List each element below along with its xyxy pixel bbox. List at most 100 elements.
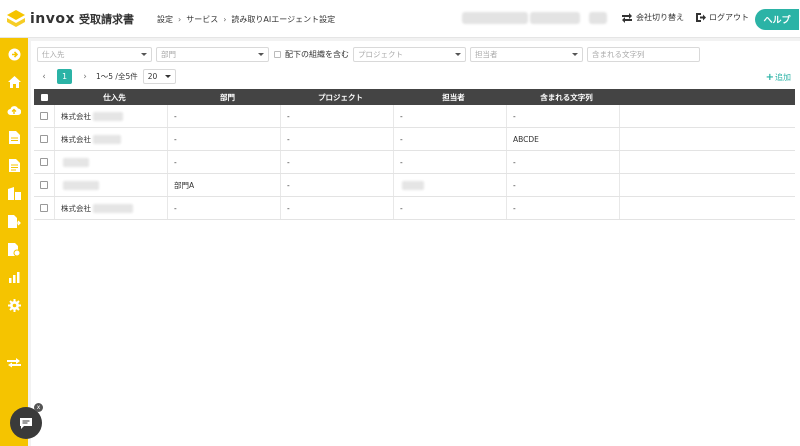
close-icon[interactable]: x (34, 403, 43, 412)
page-1-button[interactable]: 1 (57, 69, 72, 84)
project-cell: - (281, 151, 394, 173)
department-select[interactable]: 部門 (156, 47, 269, 62)
column-header-assignee: 担当者 (442, 92, 465, 102)
chevron-right-icon: › (178, 15, 182, 24)
row-checkbox[interactable] (40, 112, 48, 120)
transfer-icon[interactable] (6, 354, 22, 370)
project-cell: - (281, 128, 394, 150)
document-list-icon[interactable] (6, 157, 22, 173)
contains-text-input[interactable]: 含まれる文字列 (587, 47, 700, 62)
document-check-icon[interactable] (6, 241, 22, 257)
arrow-right-circle-icon[interactable] (6, 46, 22, 62)
assignee-cell: - (394, 128, 507, 150)
column-header-contains-text: 含まれる文字列 (540, 92, 593, 102)
contains-text-cell: - (507, 197, 620, 219)
contains-text-placeholder: 含まれる文字列 (592, 50, 645, 59)
contains-text-cell: ABCDE (507, 128, 620, 150)
department-cell: - (168, 151, 281, 173)
gear-icon[interactable] (6, 297, 22, 313)
include-sub-org-label: 配下の組織を含む (285, 50, 349, 59)
chevron-right-icon: › (223, 15, 227, 24)
add-button[interactable]: + 追加 (766, 72, 791, 83)
supplier-redacted (93, 203, 133, 213)
home-icon[interactable] (6, 74, 22, 90)
row-checkbox[interactable] (40, 181, 48, 189)
logo-icon (7, 10, 25, 27)
logout-label: ログアウト (709, 13, 749, 22)
assignee-cell: - (394, 151, 507, 173)
project-cell: - (281, 105, 394, 127)
supplier-redacted (63, 157, 89, 167)
filter-bar: 仕入先 部門 配下の組織を含む プロジェクト 担当者 含まれる文字列 (37, 47, 700, 62)
prev-page-icon[interactable]: ‹ (39, 72, 49, 82)
breadcrumb-item-services[interactable]: サービス (186, 14, 218, 25)
column-header-project: プロジェクト (318, 92, 363, 102)
table-row[interactable]: - - - - (34, 151, 795, 174)
main-panel: 仕入先 部門 配下の組織を含む プロジェクト 担当者 含まれる文字列 ‹ 1 ›… (31, 41, 800, 446)
company-switch-button[interactable]: 会社切り替え (621, 12, 684, 23)
supplier-select[interactable]: 仕入先 (37, 47, 152, 62)
row-checkbox[interactable] (40, 135, 48, 143)
supplier-redacted (93, 134, 121, 144)
supplier-cell: 株式会社 (61, 134, 91, 144)
logout-button[interactable]: ログアウト (695, 12, 749, 23)
chevron-down-icon (258, 53, 264, 56)
row-checkbox[interactable] (40, 204, 48, 212)
supplier-select-placeholder: 仕入先 (42, 50, 65, 59)
assignee-select-placeholder: 担当者 (475, 50, 498, 59)
pagination-range: 1〜5 /全5件 (96, 72, 138, 81)
table-row[interactable]: 株式会社 - - - - (34, 197, 795, 220)
sidebar (0, 38, 28, 446)
chevron-down-icon (141, 53, 147, 56)
chat-icon (20, 417, 32, 429)
user-name-redacted (530, 12, 580, 24)
next-page-icon[interactable]: › (80, 72, 90, 82)
pagination: ‹ 1 › 1〜5 /全5件 20 (39, 69, 176, 84)
assignee-cell: - (394, 197, 507, 219)
assignee-redacted (402, 180, 424, 190)
breadcrumb-item-current: 読み取りAIエージェント設定 (231, 15, 336, 24)
project-select[interactable]: プロジェクト (353, 47, 466, 62)
assignee-cell: - (394, 105, 507, 127)
column-header-supplier: 仕入先 (103, 92, 126, 102)
chevron-down-icon (455, 53, 461, 56)
include-sub-org-checkbox[interactable]: 配下の組織を含む (274, 49, 349, 60)
switch-icon (622, 13, 632, 23)
page-size-select[interactable]: 20 (142, 69, 176, 84)
breadcrumb: 設定 › サービス › 読み取りAIエージェント設定 (157, 14, 335, 25)
user-role-redacted (589, 12, 607, 24)
rules-table: 仕入先 部門 プロジェクト 担当者 含まれる文字列 株式会社 - - - - 株… (34, 89, 795, 220)
cloud-upload-icon[interactable] (6, 102, 22, 118)
contains-text-cell: - (507, 174, 620, 196)
app-logo[interactable]: invox 受取請求書 (6, 9, 134, 29)
user-company-redacted (462, 12, 528, 24)
document-export-icon[interactable] (6, 213, 22, 229)
supplier-cell: 株式会社 (61, 203, 91, 213)
table-row[interactable]: 株式会社 - - - ABCDE (34, 128, 795, 151)
department-cell: - (168, 128, 281, 150)
table-row[interactable]: 株式会社 - - - - (34, 105, 795, 128)
department-select-placeholder: 部門 (161, 50, 176, 59)
department-cell: - (168, 197, 281, 219)
help-button[interactable]: ヘルプ (755, 9, 799, 30)
add-label: 追加 (775, 73, 791, 82)
checkbox-icon (274, 51, 281, 58)
project-cell: - (281, 197, 394, 219)
breadcrumb-item-settings[interactable]: 設定 (157, 14, 173, 25)
chart-icon[interactable] (6, 269, 22, 285)
chevron-down-icon (164, 75, 171, 78)
assignee-select[interactable]: 担当者 (470, 47, 583, 62)
supplier-redacted (93, 111, 123, 121)
table-row[interactable]: 部門A - - (34, 174, 795, 197)
select-all-checkbox[interactable] (41, 93, 48, 101)
brand-name: invox (30, 11, 76, 27)
document-icon[interactable] (6, 129, 22, 145)
logout-icon (696, 13, 706, 22)
chevron-down-icon (572, 53, 578, 56)
contains-text-cell: - (507, 151, 620, 173)
supplier-cell: 株式会社 (61, 111, 91, 121)
row-checkbox[interactable] (40, 158, 48, 166)
building-icon[interactable] (6, 185, 22, 201)
project-cell: - (281, 174, 394, 196)
page-size-value: 20 (147, 72, 158, 81)
